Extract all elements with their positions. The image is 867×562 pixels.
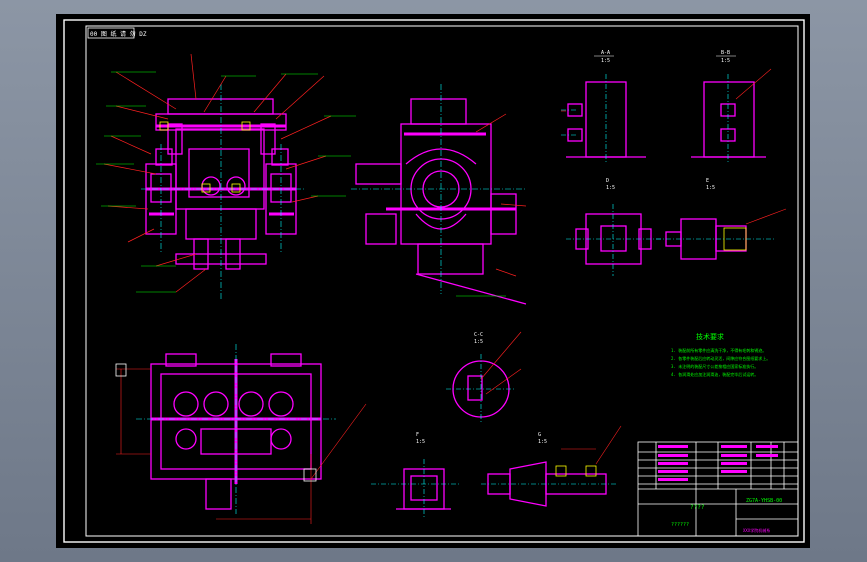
section-d: E 1:5 <box>656 178 787 260</box>
section-e-scale: 1:5 <box>706 185 715 191</box>
cad-drawing-sheet: 00 图 纸 请 勿 DZ A-A 1:5 B-B 1:5 D 1:5 E 1:… <box>63 19 805 543</box>
title-block-name: ???? <box>690 504 705 511</box>
section-c: D 1:5 <box>566 178 661 276</box>
section-f-scale: 1:5 <box>416 439 425 445</box>
section-e: C-C 1:5 <box>446 331 522 424</box>
tech-req-title: 技术要求 <box>696 332 724 341</box>
section-f: F 1:5 <box>371 432 461 519</box>
section-g: G 1:5 <box>481 425 622 507</box>
section-f-label: F <box>416 432 419 438</box>
section-b-b: B-B 1:5 <box>691 50 772 164</box>
top-view <box>115 344 367 524</box>
section-c-label: C-C <box>474 332 483 338</box>
tech-req-line-3: 3. 未注明的装配尺寸公差按相应国家标准执行。 <box>671 363 758 369</box>
section-a-a-label: A-A <box>601 50 610 56</box>
drawing-viewport[interactable]: 00 图 纸 请 勿 DZ A-A 1:5 B-B 1:5 D 1:5 E 1:… <box>56 14 810 548</box>
title-block-company: ?????? <box>671 522 689 528</box>
outer-frame <box>63 19 805 543</box>
title-tag: 00 图 纸 请 勿 DZ <box>90 30 147 38</box>
title-block-school: XXX学院机械系 <box>743 527 770 533</box>
section-g-label: G <box>538 432 541 438</box>
front-view <box>96 53 356 299</box>
tech-req-line-1: 1. 装配前所有零件应清洗干净，不得有毛刺和锈迹。 <box>671 347 766 353</box>
section-d-scale: 1:5 <box>606 185 615 191</box>
tech-req-line-4: 4. 各润滑处应加注润滑油，装配完毕后试运转。 <box>671 371 758 377</box>
technical-requirements: 技术要求 1. 装配前所有零件应清洗干净，不得有毛刺和锈迹。 2. 各零件装配后… <box>671 332 770 377</box>
section-b-b-scale: 1:5 <box>721 58 730 64</box>
section-g-scale: 1:5 <box>538 439 547 445</box>
section-d-label: D <box>606 178 609 184</box>
title-block-drawing-no: ZG7A-YHSB-00 <box>746 498 782 504</box>
section-c-scale: 1:5 <box>474 339 483 345</box>
section-a-a: A-A 1:5 <box>561 50 646 164</box>
section-e-label: E <box>706 178 709 184</box>
section-a-a-scale: 1:5 <box>601 58 610 64</box>
title-block: ???? ZG7A-YHSB-00 ?????? XXX学院机械系 <box>637 441 799 537</box>
section-b-b-label: B-B <box>721 50 730 56</box>
side-view <box>351 84 527 305</box>
tech-req-line-2: 2. 各零件装配后应转动灵活，间隙应符合图纸要求上。 <box>671 355 770 361</box>
